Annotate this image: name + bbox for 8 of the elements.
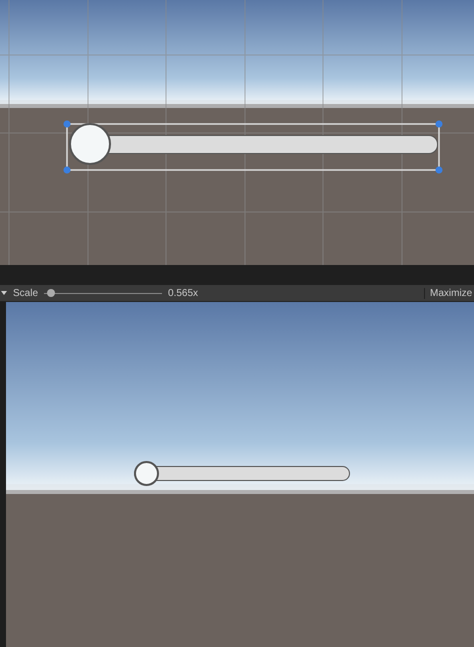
scale-value: 0.565x	[168, 288, 198, 298]
scale-label: Scale	[13, 288, 38, 298]
slider-thumb[interactable]	[47, 288, 56, 296]
selection-gizmo[interactable]	[63, 120, 443, 174]
maximize-button[interactable]: Maximize	[424, 288, 474, 298]
caret-icon[interactable]	[1, 291, 7, 295]
slider-track[interactable]	[69, 123, 438, 165]
slider-track[interactable]	[134, 461, 350, 486]
